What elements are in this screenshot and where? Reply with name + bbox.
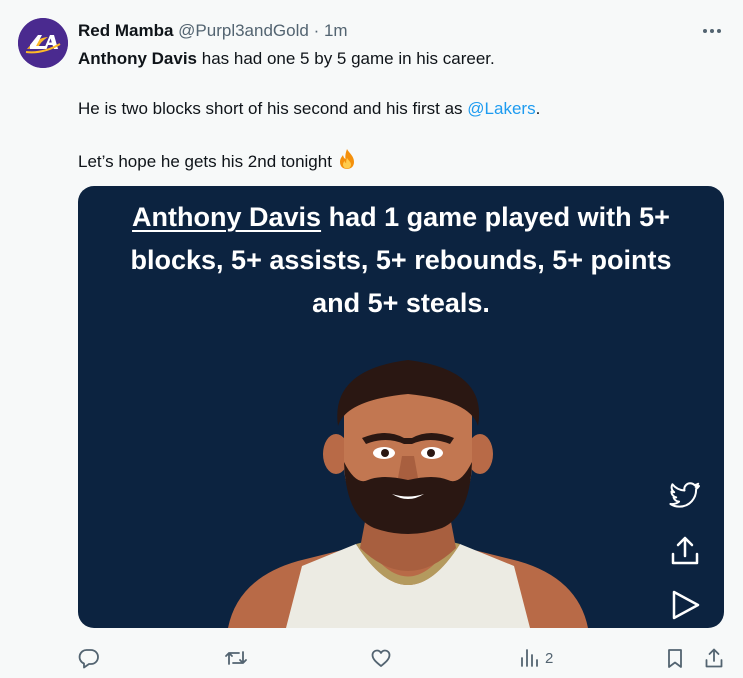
tweet[interactable]: Red Mamba @Purpl3andGold · 1m Anthony Da… [0, 0, 743, 678]
la-logo-icon [18, 18, 68, 68]
views-chart-icon [521, 649, 538, 667]
media-headline: Anthony Davis had 1 game played with 5+ … [78, 196, 724, 325]
share-tweet-button[interactable] [703, 640, 725, 676]
like-button[interactable] [370, 640, 392, 676]
tweet-text-line-3: Let’s hope he gets his 2nd tonight [78, 148, 358, 176]
share-icon[interactable] [668, 534, 702, 568]
reply-icon [78, 649, 99, 669]
headline-line-1: Anthony Davis had 1 game played with 5+ [78, 196, 724, 239]
views-count: 2 [545, 649, 554, 667]
tweet-text-pre: He is two blocks short of his second and… [78, 99, 468, 118]
tweet-text-line-1: Anthony Davis has had one 5 by 5 game in… [78, 48, 495, 70]
timestamp[interactable]: 1m [324, 21, 348, 40]
avatar[interactable] [18, 18, 68, 68]
tweet-text-line-2: He is two blocks short of his second and… [78, 98, 540, 120]
heart-icon [371, 649, 391, 667]
separator: · [313, 21, 320, 40]
player-illustration [228, 360, 588, 628]
tweet-header: Red Mamba @Purpl3andGold · 1m [78, 20, 348, 42]
fire-icon [336, 148, 358, 176]
share-icon [705, 648, 723, 668]
mention-link[interactable]: @Lakers [467, 99, 535, 118]
author-handle[interactable]: @Purpl3andGold [178, 21, 309, 40]
twitter-bird-icon[interactable] [668, 478, 702, 512]
reply-button[interactable] [78, 640, 100, 676]
retweet-icon [225, 651, 247, 665]
headline-line-3: and 5+ steals. [312, 288, 490, 318]
play-icon[interactable] [668, 588, 702, 622]
tweet-text-rest: has had one 5 by 5 game in his career. [197, 49, 495, 68]
views-button[interactable]: 2 [519, 640, 553, 676]
headline-line-1-rest: had 1 game played with 5+ [321, 202, 670, 232]
bookmark-icon [668, 649, 682, 668]
tweet-text-bold: Anthony Davis [78, 49, 198, 68]
retweet-button[interactable] [224, 640, 248, 676]
headline-line-2: blocks, 5+ assists, 5+ rebounds, 5+ poin… [130, 245, 672, 275]
tweet-text-post: . [535, 99, 541, 118]
more-options-icon[interactable] [701, 22, 723, 40]
tweet-text: Let’s hope he gets his 2nd tonight [78, 152, 332, 171]
bookmark-button[interactable] [664, 640, 686, 676]
author-name[interactable]: Red Mamba [78, 21, 173, 40]
media-image[interactable]: Anthony Davis had 1 game played with 5+ … [78, 186, 724, 628]
headline-player-name: Anthony Davis [132, 202, 322, 232]
tweet-action-bar: 2 [0, 640, 743, 676]
